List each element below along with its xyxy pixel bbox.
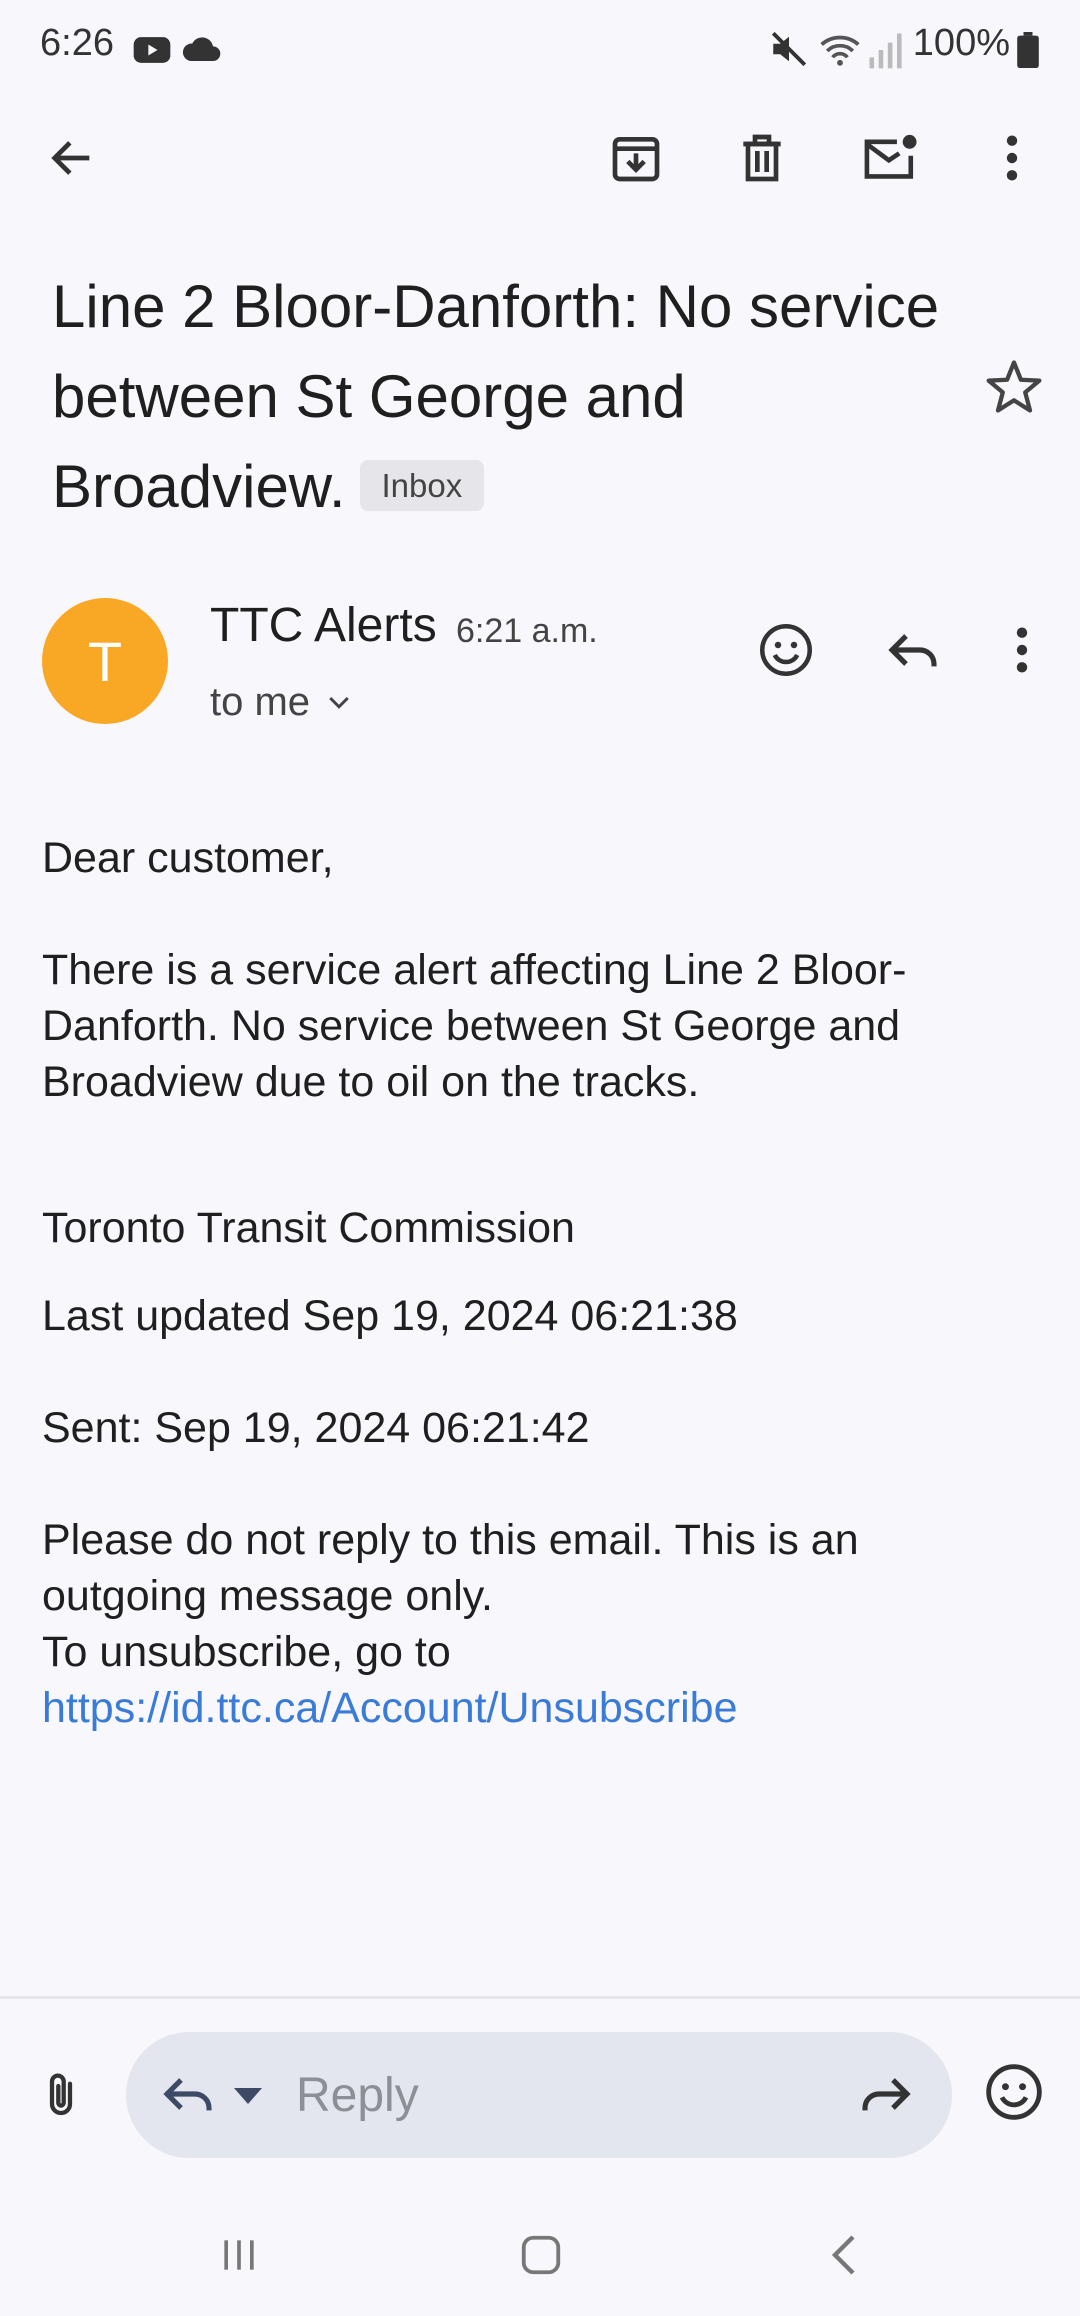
home-button[interactable] [496, 2220, 586, 2290]
notice-unsubscribe: To unsubscribe, go to [42, 1628, 451, 1676]
received-time: 6:21 a.m. [456, 612, 598, 650]
email-subject: Line 2 Bloor-Danforth: No service betwee… [52, 262, 952, 532]
mark-unread-button[interactable] [850, 118, 930, 198]
body-greeting: Dear customer, [42, 834, 334, 882]
unsubscribe-link[interactable]: https://id.ttc.ca/Account/Unsubscribe [42, 1684, 738, 1732]
reply-button[interactable] [873, 610, 953, 690]
star-button[interactable] [982, 355, 1052, 425]
body-last-updated: Last updated Sep 19, 2024 06:21:38 [42, 1292, 738, 1340]
sender-name[interactable]: TTC Alerts [210, 598, 437, 653]
battery-percentage: 100% [912, 22, 1010, 64]
archive-icon [612, 137, 660, 182]
reply-placeholder[interactable]: Reply [296, 2068, 419, 2123]
status-bar: 6:26 100% [0, 0, 1080, 100]
back-button[interactable] [32, 118, 112, 198]
reply-compose-bar[interactable]: Reply [126, 2032, 952, 2158]
recent-apps-button[interactable] [194, 2220, 284, 2290]
mark-unread-icon [864, 134, 917, 179]
cloud-icon [180, 28, 224, 77]
reply-mode-dropdown-icon[interactable] [234, 2086, 262, 2111]
message-more-button[interactable] [982, 610, 1062, 690]
delete-button[interactable] [722, 118, 802, 198]
back-arrow-icon [51, 141, 90, 175]
compose-emoji-button[interactable] [982, 2060, 1052, 2130]
more-vert-icon [1016, 627, 1028, 673]
back-chevron-icon [831, 2235, 855, 2275]
wifi-icon [818, 28, 862, 77]
forward-icon[interactable] [858, 2066, 914, 2127]
body-alert-paragraph: There is a service alert affecting Line … [42, 946, 907, 1106]
recent-apps-icon [224, 2240, 254, 2270]
archive-button[interactable] [596, 118, 676, 198]
star-icon [986, 360, 1042, 413]
recipient-text: to me [210, 680, 311, 724]
youtube-icon [130, 28, 174, 77]
sender-avatar[interactable]: T [42, 598, 168, 724]
reply-mode-icon[interactable] [160, 2066, 216, 2127]
signal-icon [866, 28, 906, 77]
notice-no-reply: Please do not reply to this email. This … [42, 1516, 859, 1620]
chevron-down-icon [329, 696, 349, 709]
battery-icon [1016, 32, 1040, 73]
more-options-button[interactable] [972, 118, 1052, 198]
add-reaction-button[interactable] [746, 610, 826, 690]
emoji-icon [986, 2064, 1042, 2120]
attach-button[interactable] [26, 2060, 96, 2130]
system-back-button[interactable] [800, 2220, 890, 2290]
paperclip-icon [49, 2073, 73, 2116]
body-sent-time: Sent: Sep 19, 2024 06:21:42 [42, 1404, 590, 1452]
more-vert-icon [1006, 135, 1018, 181]
subject-text: Line 2 Bloor-Danforth: No service betwee… [52, 273, 940, 520]
avatar-initial: T [87, 629, 123, 693]
home-icon [521, 2235, 561, 2275]
body-notice: Please do not reply to this email. This … [42, 1512, 1032, 1736]
body-organization: Toronto Transit Commission [42, 1204, 575, 1252]
reply-icon [888, 634, 937, 667]
emoji-icon [760, 624, 812, 676]
status-time: 6:26 [40, 22, 114, 64]
delete-icon [743, 134, 781, 182]
composer-divider [0, 1996, 1080, 1999]
mute-icon [768, 28, 810, 75]
inbox-label-chip[interactable]: Inbox [359, 459, 485, 511]
email-view-screen: 6:26 100% Line 2 Bloor-Danforth: No serv… [0, 0, 1080, 2316]
recipient-details-toggle[interactable]: to me [210, 680, 354, 725]
